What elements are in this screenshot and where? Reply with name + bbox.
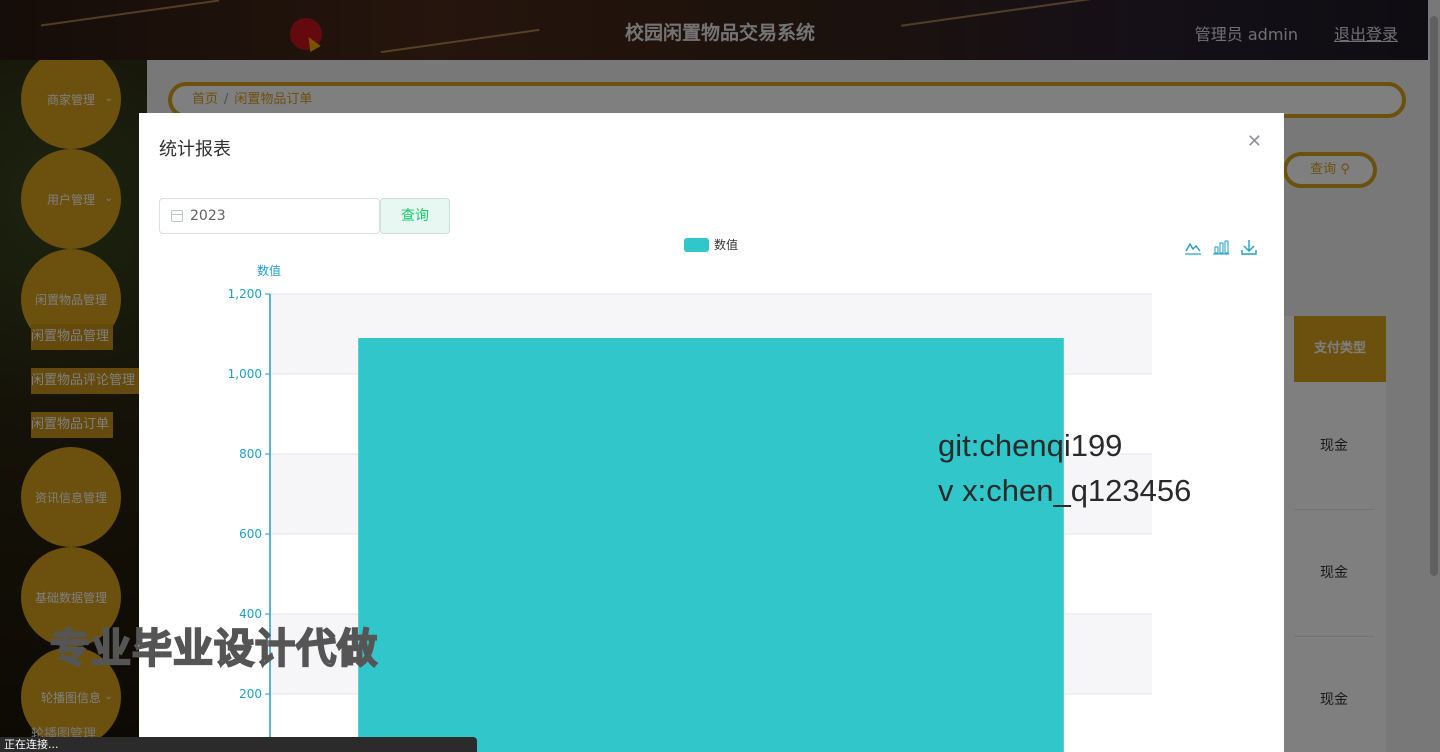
watermark-contact: git:chenqi199 v x:chen_q123456 xyxy=(938,423,1191,513)
y-tick-label: 800 xyxy=(239,447,262,461)
y-axis-title: 数值 xyxy=(257,263,281,278)
y-tick-label: 200 xyxy=(239,687,262,701)
y-tick-label: 1,200 xyxy=(228,287,262,301)
browser-status-bar: 正在连接... xyxy=(0,737,477,752)
y-tick-label: 1,000 xyxy=(228,367,262,381)
y-tick-label: 600 xyxy=(239,527,262,541)
bar[interactable] xyxy=(358,338,1064,752)
watermark-promo: 专业毕业设计代做 xyxy=(49,625,378,673)
watermark-git: git:chenqi199 xyxy=(938,428,1123,463)
watermark-wechat: v x:chen_q123456 xyxy=(938,473,1192,508)
